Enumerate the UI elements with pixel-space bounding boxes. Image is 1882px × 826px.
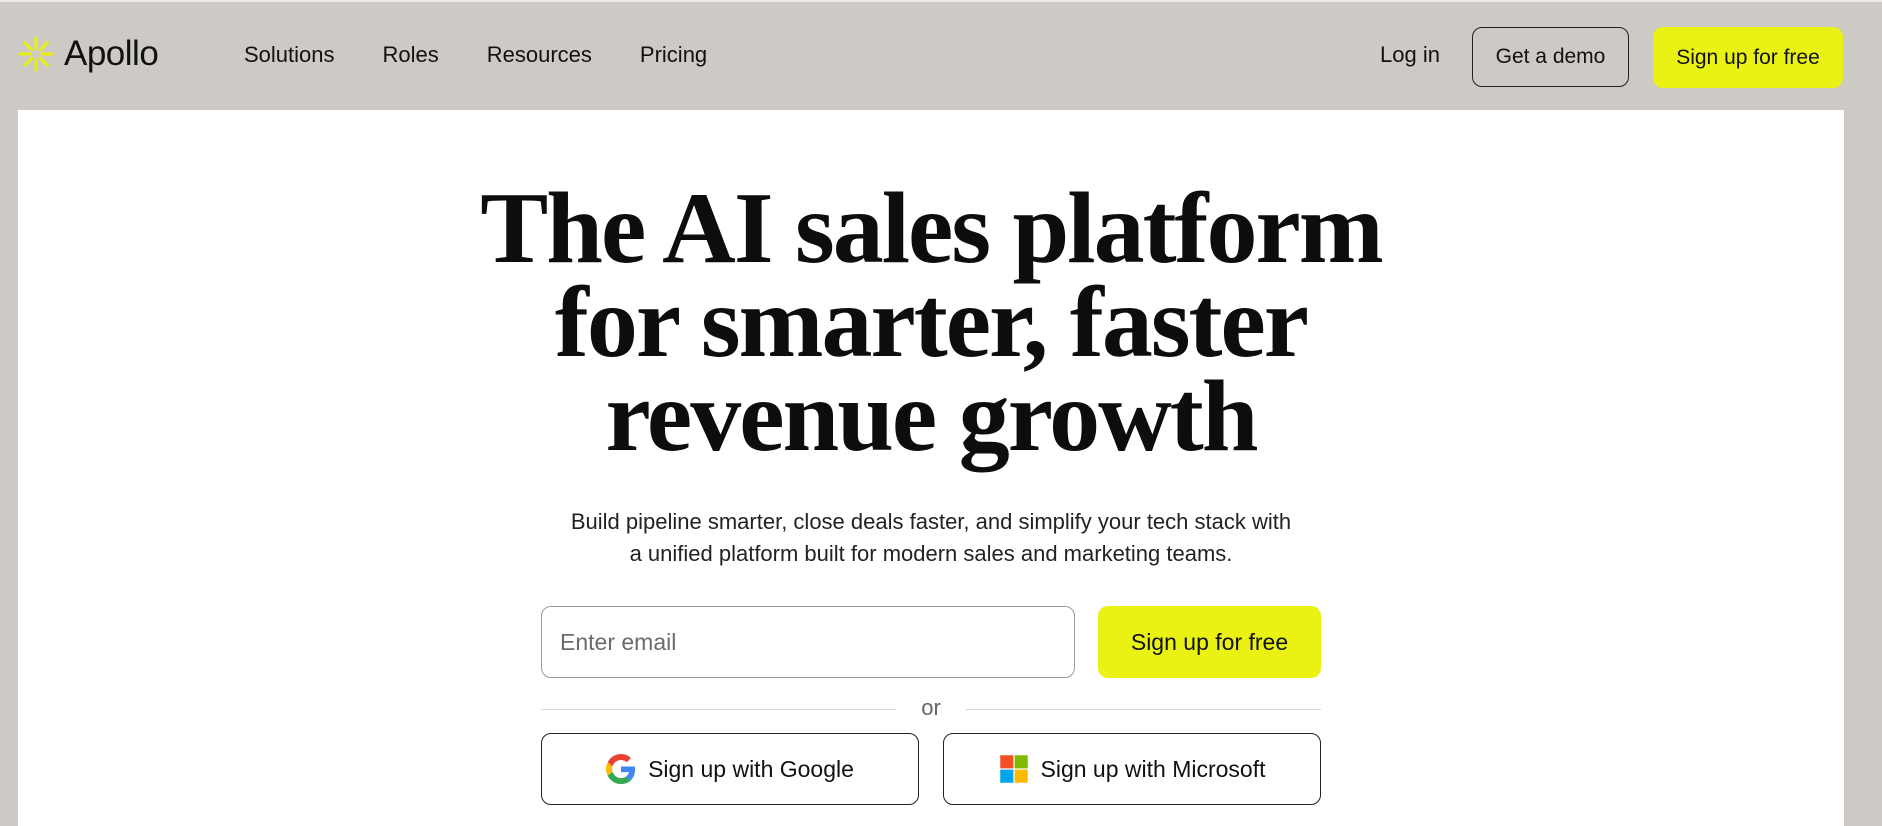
- google-icon: [606, 754, 636, 784]
- get-demo-button[interactable]: Get a demo: [1472, 27, 1629, 87]
- microsoft-signup-button[interactable]: Sign up with Microsoft: [943, 733, 1321, 805]
- email-input[interactable]: [541, 606, 1075, 678]
- subhead-line: Build pipeline smarter, close deals fast…: [570, 509, 1292, 534]
- divider-line: [966, 709, 1321, 710]
- microsoft-signup-label: Sign up with Microsoft: [1040, 755, 1266, 782]
- subhead-line: a unified platform built for modern sale…: [629, 541, 1233, 566]
- headline-line: for smarter, faster: [554, 266, 1309, 379]
- microsoft-icon: [999, 755, 1028, 783]
- nav-solutions[interactable]: Solutions: [244, 42, 335, 68]
- hero-subhead: Build pipeline smarter, close deals fast…: [18, 506, 1844, 570]
- hero-card: The AI sales platform for smarter, faste…: [18, 110, 1844, 826]
- google-signup-label: Sign up with Google: [648, 755, 854, 782]
- login-link[interactable]: Log in: [1380, 42, 1440, 68]
- nav-resources[interactable]: Resources: [487, 42, 592, 68]
- nav-pricing[interactable]: Pricing: [640, 42, 707, 68]
- or-text: or: [921, 695, 941, 720]
- logo-text: Apollo: [64, 34, 159, 73]
- top-nav: Apollo Solutions Roles Resources Pricing…: [0, 2, 1882, 110]
- or-divider: or: [541, 695, 1321, 725]
- page: Apollo Solutions Roles Resources Pricing…: [0, 0, 1882, 826]
- nav-links: Solutions Roles Resources Pricing: [244, 42, 707, 68]
- hero-headline: The AI sales platform for smarter, faste…: [18, 172, 1844, 473]
- nav-roles[interactable]: Roles: [383, 42, 439, 68]
- headline-line: revenue growth: [605, 360, 1259, 473]
- divider-line: [541, 709, 896, 710]
- nav-signup-button[interactable]: Sign up for free: [1653, 27, 1843, 88]
- google-signup-button[interactable]: Sign up with Google: [541, 733, 919, 805]
- hero-signup-button[interactable]: Sign up for free: [1098, 606, 1321, 678]
- apollo-star-icon: [18, 36, 54, 72]
- headline-line: The AI sales platform: [480, 172, 1384, 285]
- logo[interactable]: Apollo: [16, 34, 159, 74]
